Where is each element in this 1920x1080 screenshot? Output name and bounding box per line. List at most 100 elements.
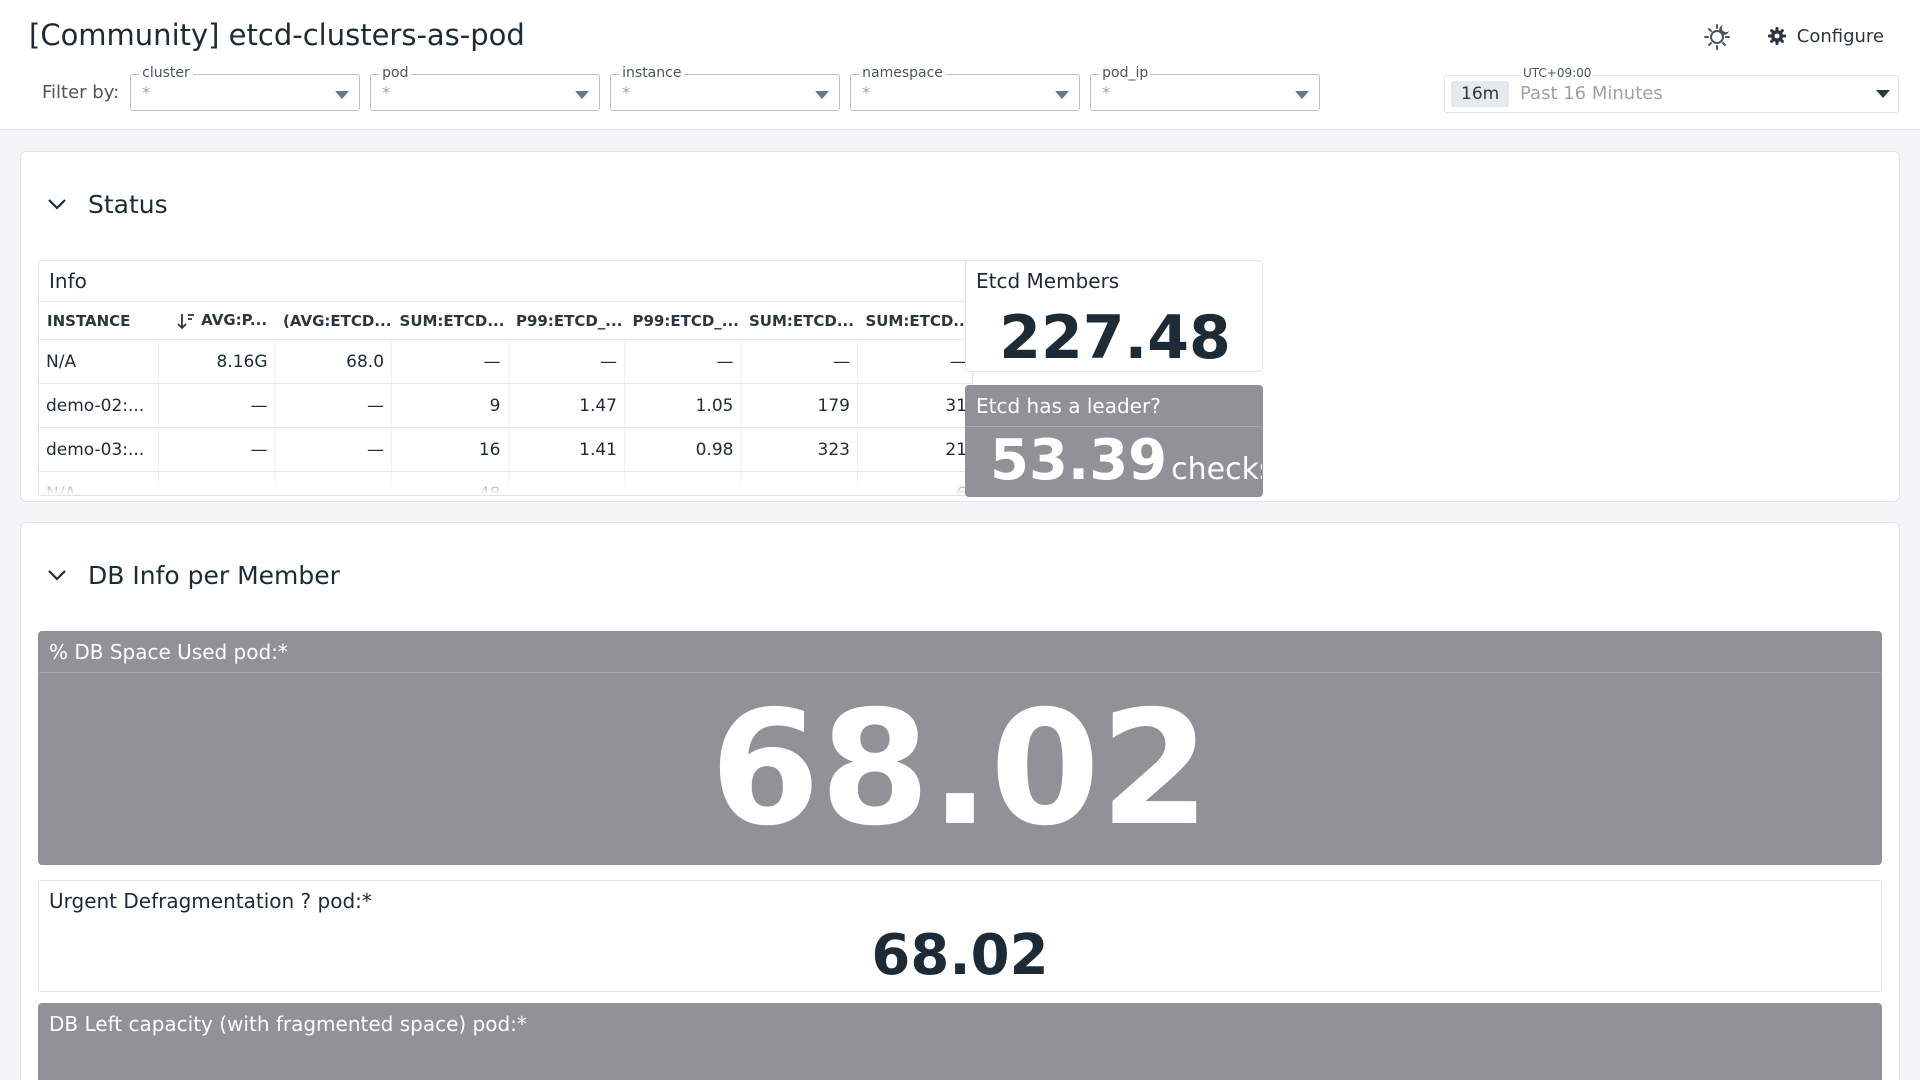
divider bbox=[966, 426, 1262, 427]
caret-down-icon bbox=[1055, 90, 1070, 99]
table-cell: — bbox=[507, 339, 625, 384]
table-cell: 9 bbox=[391, 383, 508, 428]
filter-pod[interactable]: pod * bbox=[370, 64, 601, 111]
filter-pod-value: * bbox=[382, 82, 391, 102]
db-info-section: DB Info per Member % DB Space Used pod:*… bbox=[20, 522, 1900, 1080]
table-cell: — bbox=[274, 427, 392, 472]
etcd-leader-value-group: 53.39checks bbox=[990, 428, 1262, 493]
table-cell: 1.05 bbox=[623, 383, 741, 428]
dashboard-title: [Community] etcd-clusters-as-pod bbox=[29, 18, 525, 52]
table-cell: demo-03:... bbox=[39, 427, 159, 472]
theme-toggle-button[interactable] bbox=[1699, 18, 1735, 54]
etcd-members-value: 227.48 bbox=[999, 303, 1231, 372]
table-cell: — bbox=[856, 339, 972, 384]
info-table-widget: Info INSTANCE AVG:P... (AVG:ETCD... SUM:… bbox=[38, 260, 973, 496]
table-row[interactable]: N/A 8.16G 68.0 — — — — — bbox=[39, 339, 972, 384]
gear-icon bbox=[1767, 27, 1786, 45]
time-range-badge: 16m bbox=[1451, 81, 1510, 107]
etcd-leader-title: Etcd has a leader? bbox=[976, 394, 1161, 418]
table-cell: — bbox=[158, 383, 276, 428]
configure-button[interactable]: Configure bbox=[1767, 26, 1884, 47]
status-section: Status Info INSTANCE AVG:P... (AVG:ETCD.… bbox=[20, 151, 1900, 502]
db-space-used-value: 68.02 bbox=[710, 677, 1210, 861]
chevron-down-icon bbox=[48, 198, 66, 210]
filter-namespace[interactable]: namespace * bbox=[850, 64, 1081, 111]
filter-bar: Filter by: cluster * pod * instance * na… bbox=[42, 64, 1330, 114]
filter-pod-ip-value: * bbox=[1102, 82, 1111, 102]
table-row[interactable]: demo-02:... — — 9 1.47 1.05 179 31 bbox=[39, 383, 972, 428]
table-cell: 21 bbox=[856, 427, 972, 472]
header-actions: Configure bbox=[1699, 18, 1884, 54]
db-info-section-title: DB Info per Member bbox=[88, 560, 340, 590]
configure-label: Configure bbox=[1796, 25, 1884, 47]
table-cell: 1.47 bbox=[507, 383, 625, 428]
table-cell: demo-02:... bbox=[39, 383, 159, 428]
urgent-defrag-title: Urgent Defragmentation ? pod:* bbox=[49, 889, 372, 913]
etcd-members-widget[interactable]: Etcd Members 227.48 bbox=[965, 260, 1263, 372]
filter-pod-ip-label: pod_ip bbox=[1099, 64, 1152, 81]
db-info-section-toggle[interactable]: DB Info per Member bbox=[48, 555, 340, 595]
column-header[interactable]: SUM:ETCD... bbox=[857, 301, 972, 340]
column-header-sorted[interactable]: AVG:P... bbox=[158, 301, 276, 340]
caret-down-icon bbox=[575, 90, 590, 99]
table-header-row: INSTANCE AVG:P... (AVG:ETCD... SUM:ETCD.… bbox=[39, 301, 972, 340]
sun-moon-icon bbox=[1703, 24, 1730, 50]
chevron-down-icon bbox=[48, 569, 66, 581]
table-cell: 16 bbox=[391, 427, 508, 472]
filter-namespace-value: * bbox=[862, 82, 871, 102]
table-cell: 179 bbox=[740, 383, 858, 428]
etcd-leader-widget[interactable]: Etcd has a leader? 53.39checks bbox=[965, 385, 1263, 497]
info-widget-title: Info bbox=[49, 269, 87, 293]
table-cell: 0.98 bbox=[623, 427, 741, 472]
urgent-defrag-widget[interactable]: Urgent Defragmentation ? pod:* 68.02 bbox=[38, 880, 1882, 992]
caret-down-icon bbox=[335, 90, 350, 99]
column-header[interactable]: INSTANCE bbox=[39, 301, 159, 340]
db-space-used-title: % DB Space Used pod:* bbox=[49, 640, 288, 664]
dashboard-header: [Community] etcd-clusters-as-pod Configu… bbox=[0, 0, 1920, 130]
time-range-picker[interactable]: UTC+09:00 16m Past 16 Minutes bbox=[1444, 66, 1899, 113]
table-cell: — bbox=[623, 339, 741, 384]
db-space-used-widget[interactable]: % DB Space Used pod:* 68.02 bbox=[38, 631, 1882, 865]
table-cell: 323 bbox=[740, 427, 858, 472]
info-table: INSTANCE AVG:P... (AVG:ETCD... SUM:ETCD.… bbox=[39, 301, 972, 495]
status-section-toggle[interactable]: Status bbox=[48, 184, 168, 224]
etcd-leader-value: 53.39 bbox=[990, 428, 1168, 493]
table-cell: 1.41 bbox=[507, 427, 625, 472]
filter-instance-label: instance bbox=[619, 64, 685, 81]
db-left-capacity-title: DB Left capacity (with fragmented space)… bbox=[49, 1012, 527, 1036]
filter-cluster[interactable]: cluster * bbox=[130, 64, 361, 111]
etcd-members-title: Etcd Members bbox=[976, 269, 1120, 293]
filter-instance[interactable]: instance * bbox=[610, 64, 841, 111]
caret-down-icon bbox=[1295, 90, 1310, 99]
filter-pod-label: pod bbox=[379, 64, 412, 81]
column-header[interactable]: (AVG:ETCD... bbox=[275, 301, 392, 340]
filter-cluster-label: cluster bbox=[139, 64, 193, 81]
etcd-leader-unit: checks bbox=[1171, 452, 1262, 487]
column-header[interactable]: SUM:ETCD... bbox=[391, 301, 508, 340]
column-header[interactable]: P99:ETCD_... bbox=[508, 301, 625, 340]
timezone-label: UTC+09:00 bbox=[1521, 66, 1594, 80]
caret-down-icon bbox=[815, 90, 830, 99]
table-cell: — bbox=[391, 339, 508, 384]
table-cell: 31 bbox=[856, 383, 972, 428]
table-row[interactable]: demo-03:... — — 16 1.41 0.98 323 21 bbox=[39, 427, 972, 472]
table-scroll-fade bbox=[39, 479, 972, 495]
table-cell: — bbox=[274, 383, 392, 428]
column-header[interactable]: P99:ETCD_... bbox=[624, 301, 741, 340]
filter-namespace-label: namespace bbox=[859, 64, 946, 81]
filter-by-label: Filter by: bbox=[42, 81, 120, 103]
divider bbox=[39, 672, 1881, 673]
urgent-defrag-value: 68.02 bbox=[871, 923, 1049, 988]
table-cell: 8.16G bbox=[158, 339, 276, 384]
db-left-capacity-widget[interactable]: DB Left capacity (with fragmented space)… bbox=[38, 1003, 1882, 1080]
sort-descending-icon bbox=[177, 313, 195, 330]
table-cell: 68.0 bbox=[274, 339, 392, 384]
status-section-title: Status bbox=[88, 189, 168, 219]
filter-instance-value: * bbox=[622, 82, 631, 102]
filter-pod-ip[interactable]: pod_ip * bbox=[1090, 64, 1321, 111]
table-cell: — bbox=[158, 427, 276, 472]
time-range-text: Past 16 Minutes bbox=[1520, 83, 1663, 104]
table-cell: — bbox=[740, 339, 858, 384]
column-header[interactable]: SUM:ETCD... bbox=[740, 301, 858, 340]
table-cell: N/A bbox=[39, 339, 159, 384]
